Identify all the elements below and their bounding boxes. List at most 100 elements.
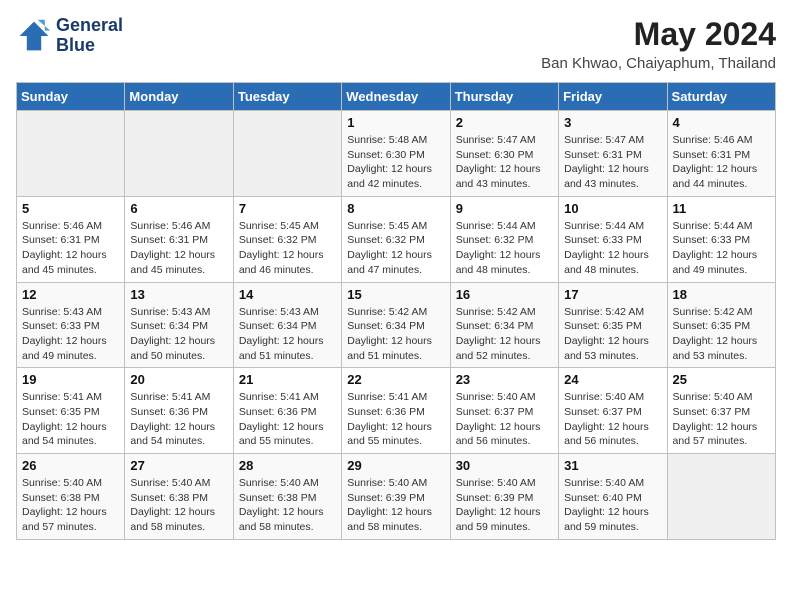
day-number: 15 xyxy=(347,287,444,302)
calendar-body: 1Sunrise: 5:48 AM Sunset: 6:30 PM Daylig… xyxy=(17,111,776,540)
day-info: Sunrise: 5:40 AM Sunset: 6:39 PM Dayligh… xyxy=(456,476,553,535)
day-info: Sunrise: 5:48 AM Sunset: 6:30 PM Dayligh… xyxy=(347,133,444,192)
day-number: 21 xyxy=(239,372,336,387)
calendar-cell: 18 Sunrise: 5:42 AM Sunset: 6:35 PM Dayli… xyxy=(667,282,775,368)
day-number: 23 xyxy=(456,372,553,387)
day-info: Sunrise: 5:44 AM Sunset: 6:32 PM Dayligh… xyxy=(456,219,553,278)
calendar-cell: 8 Sunrise: 5:45 AM Sunset: 6:32 PM Daylig… xyxy=(342,196,450,282)
logo-line2: Blue xyxy=(56,36,123,56)
calendar-cell: 10Sunrise: 5:44 AM Sunset: 6:33 PM Dayli… xyxy=(559,196,667,282)
day-number: 19 xyxy=(22,372,119,387)
day-info: Sunrise: 5:45 AM Sunset: 6:32 PM Dayligh… xyxy=(347,219,444,278)
day-info: Sunrise: 5:46 AM Sunset: 6:31 PM Dayligh… xyxy=(673,133,770,192)
day-info: Sunrise: 5:40 AM Sunset: 6:37 PM Dayligh… xyxy=(673,390,770,449)
day-info: Sunrise: 5:47 AM Sunset: 6:30 PM Dayligh… xyxy=(456,133,553,192)
day-info: Sunrise: 5:46 AM Sunset: 6:31 PM Dayligh… xyxy=(130,219,227,278)
day-info: Sunrise: 5:41 AM Sunset: 6:36 PM Dayligh… xyxy=(347,390,444,449)
day-info: Sunrise: 5:47 AM Sunset: 6:31 PM Dayligh… xyxy=(564,133,661,192)
logo-line1: General xyxy=(56,16,123,36)
day-number: 29 xyxy=(347,458,444,473)
day-info: Sunrise: 5:41 AM Sunset: 6:36 PM Dayligh… xyxy=(239,390,336,449)
day-number: 28 xyxy=(239,458,336,473)
calendar-cell: 23Sunrise: 5:40 AM Sunset: 6:37 PM Dayli… xyxy=(450,368,558,454)
calendar-week-1: 1Sunrise: 5:48 AM Sunset: 6:30 PM Daylig… xyxy=(17,111,776,197)
day-info: Sunrise: 5:46 AM Sunset: 6:31 PM Dayligh… xyxy=(22,219,119,278)
day-info: Sunrise: 5:43 AM Sunset: 6:33 PM Dayligh… xyxy=(22,305,119,364)
subtitle: Ban Khwao, Chaiyaphum, Thailand xyxy=(541,55,776,72)
calendar-cell xyxy=(233,111,341,197)
day-number: 30 xyxy=(456,458,553,473)
day-info: Sunrise: 5:45 AM Sunset: 6:32 PM Dayligh… xyxy=(239,219,336,278)
day-number: 18 xyxy=(673,287,770,302)
calendar-cell: 15Sunrise: 5:42 AM Sunset: 6:34 PM Dayli… xyxy=(342,282,450,368)
day-info: Sunrise: 5:40 AM Sunset: 6:40 PM Dayligh… xyxy=(564,476,661,535)
calendar-week-2: 5 Sunrise: 5:46 AM Sunset: 6:31 PM Daylig… xyxy=(17,196,776,282)
weekday-header-tuesday: Tuesday xyxy=(233,83,341,111)
calendar-cell: 24Sunrise: 5:40 AM Sunset: 6:37 PM Dayli… xyxy=(559,368,667,454)
calendar-cell xyxy=(125,111,233,197)
day-info: Sunrise: 5:42 AM Sunset: 6:34 PM Dayligh… xyxy=(456,305,553,364)
day-info: Sunrise: 5:44 AM Sunset: 6:33 PM Dayligh… xyxy=(564,219,661,278)
calendar-cell: 28 Sunrise: 5:40 AM Sunset: 6:38 PM Dayli… xyxy=(233,454,341,540)
day-number: 13 xyxy=(130,287,227,302)
calendar-cell: 6 Sunrise: 5:46 AM Sunset: 6:31 PM Daylig… xyxy=(125,196,233,282)
weekday-header-monday: Monday xyxy=(125,83,233,111)
calendar-cell xyxy=(667,454,775,540)
calendar-table: SundayMondayTuesdayWednesdayThursdayFrid… xyxy=(16,82,776,540)
day-info: Sunrise: 5:42 AM Sunset: 6:35 PM Dayligh… xyxy=(673,305,770,364)
weekday-header-friday: Friday xyxy=(559,83,667,111)
calendar-cell: 30 Sunrise: 5:40 AM Sunset: 6:39 PM Dayli… xyxy=(450,454,558,540)
day-number: 20 xyxy=(130,372,227,387)
day-number: 5 xyxy=(22,201,119,216)
day-number: 27 xyxy=(130,458,227,473)
day-number: 3 xyxy=(564,115,661,130)
day-info: Sunrise: 5:43 AM Sunset: 6:34 PM Dayligh… xyxy=(130,305,227,364)
logo: General Blue xyxy=(16,16,123,56)
calendar-cell: 2 Sunrise: 5:47 AM Sunset: 6:30 PM Daylig… xyxy=(450,111,558,197)
day-number: 8 xyxy=(347,201,444,216)
calendar-cell: 17Sunrise: 5:42 AM Sunset: 6:35 PM Dayli… xyxy=(559,282,667,368)
day-number: 7 xyxy=(239,201,336,216)
calendar-cell: 9 Sunrise: 5:44 AM Sunset: 6:32 PM Daylig… xyxy=(450,196,558,282)
calendar-cell: 13 Sunrise: 5:43 AM Sunset: 6:34 PM Dayli… xyxy=(125,282,233,368)
calendar-cell: 27 Sunrise: 5:40 AM Sunset: 6:38 PM Dayli… xyxy=(125,454,233,540)
day-number: 4 xyxy=(673,115,770,130)
day-number: 14 xyxy=(239,287,336,302)
title-block: May 2024 Ban Khwao, Chaiyaphum, Thailand xyxy=(541,16,776,72)
day-number: 2 xyxy=(456,115,553,130)
day-number: 25 xyxy=(673,372,770,387)
calendar-cell: 29 Sunrise: 5:40 AM Sunset: 6:39 PM Dayli… xyxy=(342,454,450,540)
day-number: 9 xyxy=(456,201,553,216)
day-number: 17 xyxy=(564,287,661,302)
calendar-cell: 1Sunrise: 5:48 AM Sunset: 6:30 PM Daylig… xyxy=(342,111,450,197)
weekday-header-thursday: Thursday xyxy=(450,83,558,111)
calendar-cell: 7 Sunrise: 5:45 AM Sunset: 6:32 PM Daylig… xyxy=(233,196,341,282)
calendar-cell: 19 Sunrise: 5:41 AM Sunset: 6:35 PM Dayli… xyxy=(17,368,125,454)
logo-text: General Blue xyxy=(56,16,123,56)
calendar-week-4: 19 Sunrise: 5:41 AM Sunset: 6:35 PM Dayli… xyxy=(17,368,776,454)
calendar-cell: 11Sunrise: 5:44 AM Sunset: 6:33 PM Dayli… xyxy=(667,196,775,282)
day-info: Sunrise: 5:43 AM Sunset: 6:34 PM Dayligh… xyxy=(239,305,336,364)
calendar-cell: 12 Sunrise: 5:43 AM Sunset: 6:33 PM Dayli… xyxy=(17,282,125,368)
day-info: Sunrise: 5:41 AM Sunset: 6:36 PM Dayligh… xyxy=(130,390,227,449)
page-header: General Blue May 2024 Ban Khwao, Chaiyap… xyxy=(16,16,776,72)
day-info: Sunrise: 5:40 AM Sunset: 6:39 PM Dayligh… xyxy=(347,476,444,535)
calendar-cell: 22 Sunrise: 5:41 AM Sunset: 6:36 PM Dayli… xyxy=(342,368,450,454)
day-number: 26 xyxy=(22,458,119,473)
day-info: Sunrise: 5:40 AM Sunset: 6:38 PM Dayligh… xyxy=(130,476,227,535)
day-number: 12 xyxy=(22,287,119,302)
calendar-cell: 5 Sunrise: 5:46 AM Sunset: 6:31 PM Daylig… xyxy=(17,196,125,282)
calendar-cell: 21 Sunrise: 5:41 AM Sunset: 6:36 PM Dayli… xyxy=(233,368,341,454)
calendar-cell xyxy=(17,111,125,197)
calendar-cell: 3 Sunrise: 5:47 AM Sunset: 6:31 PM Daylig… xyxy=(559,111,667,197)
calendar-week-5: 26 Sunrise: 5:40 AM Sunset: 6:38 PM Dayli… xyxy=(17,454,776,540)
calendar-cell: 20 Sunrise: 5:41 AM Sunset: 6:36 PM Dayli… xyxy=(125,368,233,454)
day-info: Sunrise: 5:40 AM Sunset: 6:38 PM Dayligh… xyxy=(239,476,336,535)
day-number: 24 xyxy=(564,372,661,387)
calendar-cell: 26 Sunrise: 5:40 AM Sunset: 6:38 PM Dayli… xyxy=(17,454,125,540)
weekday-header-sunday: Sunday xyxy=(17,83,125,111)
day-info: Sunrise: 5:41 AM Sunset: 6:35 PM Dayligh… xyxy=(22,390,119,449)
day-number: 22 xyxy=(347,372,444,387)
day-number: 6 xyxy=(130,201,227,216)
day-info: Sunrise: 5:40 AM Sunset: 6:38 PM Dayligh… xyxy=(22,476,119,535)
